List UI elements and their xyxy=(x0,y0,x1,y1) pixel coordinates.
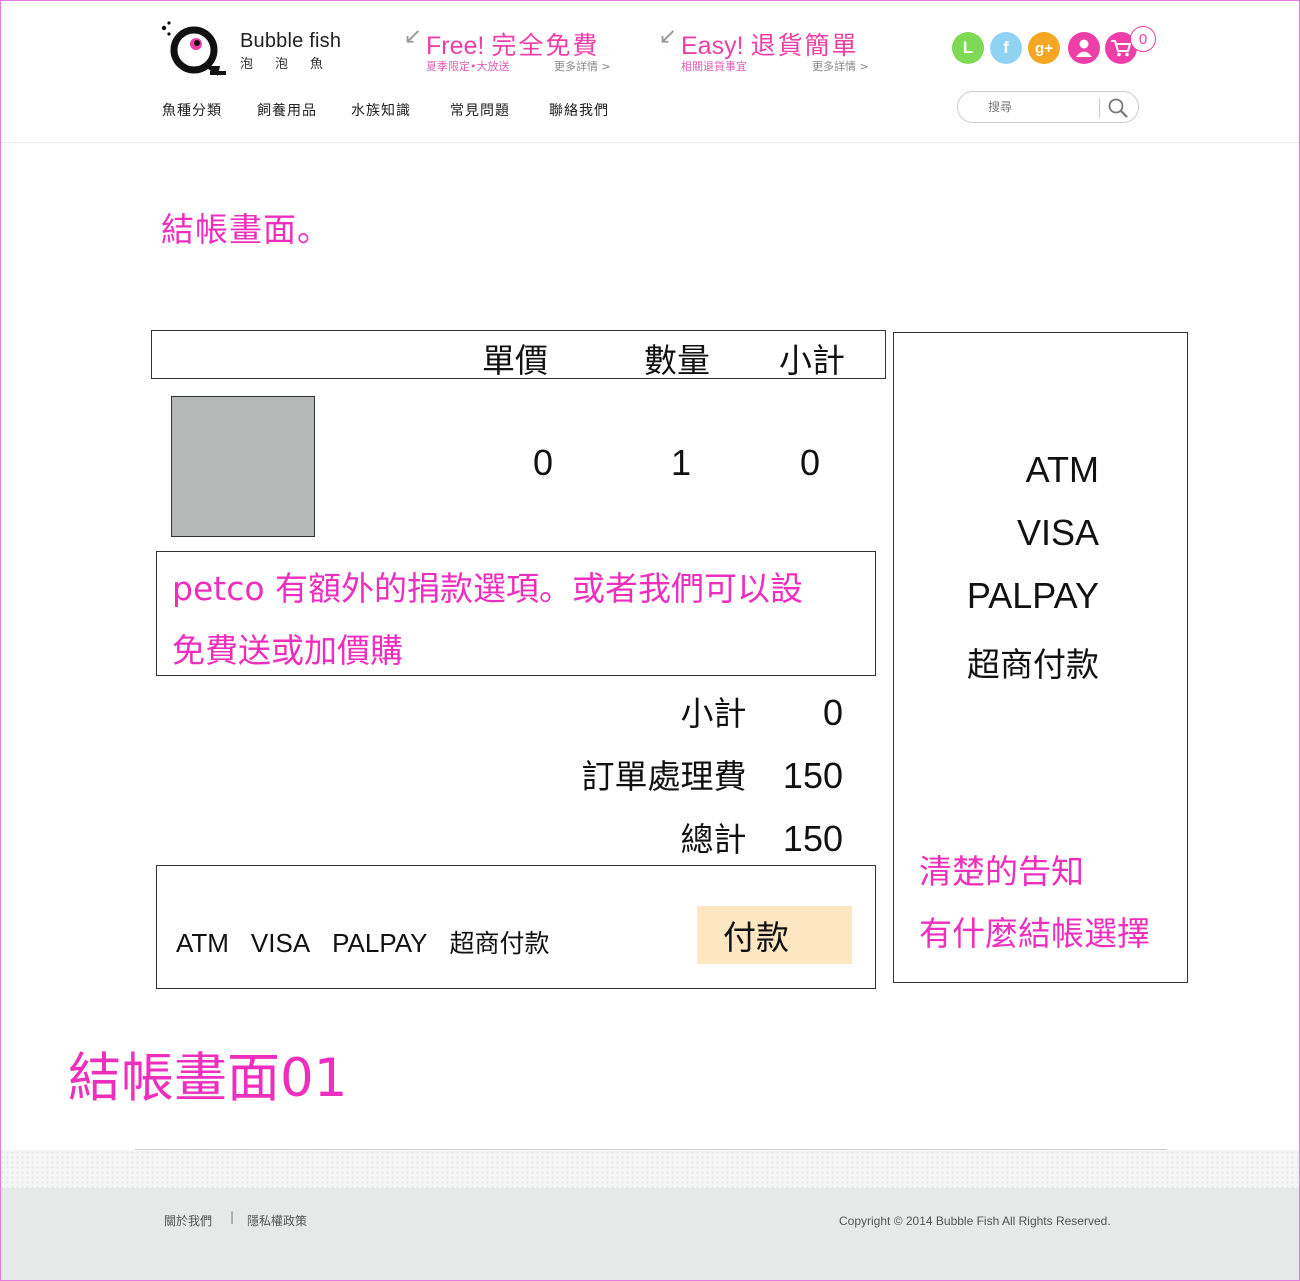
nav-item-contact[interactable]: 聯絡我們 xyxy=(549,100,609,120)
promo-easy-subtitle: 相關退貨事宜 xyxy=(681,60,747,73)
site-footer: 關於我們 | 隱私權政策 Copyright © 2014 Bubble Fis… xyxy=(0,1188,1300,1281)
payment-methods-list: ATM VISA PALPAY 超商付款 xyxy=(176,924,563,960)
promo-note-box: petco 有額外的捐款選項。或者我們可以設 免費送或加價購 xyxy=(156,551,876,676)
google-plus-icon[interactable]: g+ xyxy=(1028,32,1060,64)
nav-item-aquarium-knowledge[interactable]: 水族知識 xyxy=(351,100,411,120)
cell-subtotal: 0 xyxy=(799,442,821,483)
search-box xyxy=(957,91,1139,123)
line-icon[interactable]: L xyxy=(952,32,984,64)
site-header: Bubble fish 泡泡魚 ↓ Free! 完全免費 夏季限定•大放送 更多… xyxy=(0,0,1300,143)
footer-link-about[interactable]: 關於我們 xyxy=(164,1212,212,1229)
search-icon[interactable] xyxy=(1106,96,1130,120)
cart-table-header: 單價 數量 小計 xyxy=(151,330,886,380)
header-icons: L f g+ 0 xyxy=(952,26,1162,68)
promo-easy-title: Easy! 退貨簡單 xyxy=(681,31,859,60)
promo-free-title: Free! 完全免費 xyxy=(426,31,600,60)
product-image-placeholder[interactable] xyxy=(171,396,315,537)
cart-count-badge: 0 xyxy=(1130,26,1156,52)
side-option-visa[interactable]: VISA xyxy=(1017,512,1099,554)
payment-method-visa[interactable]: VISA xyxy=(251,928,310,958)
summary-fee-value: 150 xyxy=(782,755,843,796)
promo-free[interactable]: ↓ Free! 完全免費 夏季限定•大放送 更多詳情 > xyxy=(396,22,642,76)
promo-free-more-link[interactable]: 更多詳情 > xyxy=(554,58,611,74)
payment-method-convenience-store[interactable]: 超商付款 xyxy=(449,929,549,958)
header-quantity: 數量 xyxy=(644,341,710,380)
payment-options-panel: ATM VISA PALPAY 超商付款 清楚的告知 有什麼結帳選擇 xyxy=(893,332,1188,983)
header-unit-price: 單價 xyxy=(482,341,548,380)
brand-logo[interactable]: Bubble fish 泡泡魚 xyxy=(158,20,348,80)
promo-easy[interactable]: ↓ Easy! 退貨簡單 相關退貨事宜 更多詳情 > xyxy=(651,22,897,76)
nav-item-supplies[interactable]: 飼養用品 xyxy=(257,100,317,120)
footer-pattern xyxy=(0,1150,1300,1188)
footer-separator: | xyxy=(230,1210,235,1224)
summary-total-label: 總計 xyxy=(680,820,747,859)
promo-note-line1: petco 有額外的捐款選項。或者我們可以設 xyxy=(172,569,804,608)
side-option-palpay[interactable]: PALPAY xyxy=(967,575,1099,617)
promo-free-subtitle: 夏季限定•大放送 xyxy=(426,60,510,73)
copyright-text: Copyright © 2014 Bubble Fish All Rights … xyxy=(839,1214,1111,1228)
payment-method-palpay[interactable]: PALPAY xyxy=(332,928,427,958)
summary-subtotal-value: 0 xyxy=(822,692,843,733)
pay-button[interactable]: 付款 xyxy=(697,906,852,964)
summary-total-row: 總計 150 xyxy=(681,813,844,861)
summary-subtotal-row: 小計 0 xyxy=(681,687,844,735)
promo-note-line2: 免費送或加價購 xyxy=(172,631,403,670)
side-note-line1: 清楚的告知 xyxy=(919,852,1084,891)
promo-easy-more-link[interactable]: 更多詳情 > xyxy=(812,58,869,74)
summary-subtotal-label: 小計 xyxy=(680,694,747,733)
nav-item-fish-types[interactable]: 魚種分類 xyxy=(162,100,222,120)
brand-name-en: Bubble fish xyxy=(240,30,342,52)
payment-method-atm[interactable]: ATM xyxy=(176,928,229,958)
arrow-icon: ↓ xyxy=(651,22,682,54)
cell-quantity[interactable]: 1 xyxy=(661,442,701,484)
screen-title: 結帳畫面01 xyxy=(68,1048,348,1109)
summary-total-value: 150 xyxy=(782,818,843,859)
side-option-atm[interactable]: ATM xyxy=(1026,449,1099,491)
side-option-convenience-store[interactable]: 超商付款 xyxy=(967,638,1099,686)
search-divider xyxy=(1099,98,1100,118)
summary-fee-label: 訂單處理費 xyxy=(581,757,747,796)
fish-logo-icon xyxy=(161,21,226,76)
page-note: 結帳畫面。 xyxy=(161,210,331,249)
nav-item-faq[interactable]: 常見問題 xyxy=(450,100,510,120)
facebook-icon[interactable]: f xyxy=(990,32,1022,64)
summary-fee-row: 訂單處理費 150 xyxy=(582,750,844,798)
side-note-line2: 有什麼結帳選擇 xyxy=(919,914,1150,953)
footer-link-privacy[interactable]: 隱私權政策 xyxy=(247,1212,307,1229)
header-subtotal: 小計 xyxy=(779,341,845,380)
user-icon[interactable] xyxy=(1068,32,1100,64)
brand-name-zh: 泡泡魚 xyxy=(240,57,346,72)
arrow-icon: ↓ xyxy=(396,22,427,54)
search-input[interactable] xyxy=(970,96,1098,118)
cell-unit-price: 0 xyxy=(532,442,554,483)
payment-box: ATM VISA PALPAY 超商付款 付款 xyxy=(156,865,876,989)
